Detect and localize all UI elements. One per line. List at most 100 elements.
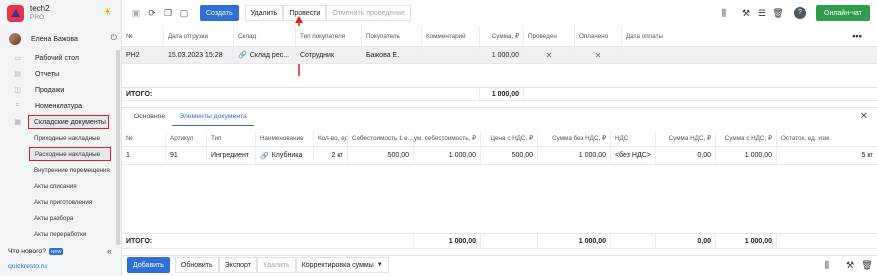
link-icon: 🔗 <box>238 52 247 59</box>
online-chat-button[interactable]: Онлайн-чат <box>816 5 870 21</box>
tab-main[interactable]: Основное <box>127 108 172 126</box>
table-row[interactable]: РН2 15.03.2023 15:28 🔗 Склад рес... Сотру… <box>122 47 877 64</box>
col-paydate[interactable]: Дата оплаты <box>622 26 837 46</box>
tab-elements[interactable]: Элементы документа <box>172 108 254 126</box>
delete-button[interactable]: Удалить <box>244 5 284 21</box>
subnav-processing[interactable]: Акты переработки <box>0 226 116 242</box>
col-costsum[interactable]: Сум. себестоимость, ₽ <box>414 131 481 146</box>
subnav-writeoffs[interactable]: Акты списания <box>0 178 116 194</box>
col-num[interactable]: № <box>122 131 166 146</box>
footer-toolbar: Добавить Обновить Экспорт Удалить Коррек… <box>122 255 877 274</box>
col-sumnovat[interactable]: Сумма без НДС, ₽ <box>538 131 611 146</box>
add-button[interactable]: Добавить <box>127 257 170 273</box>
col-posted[interactable]: Проведен <box>524 26 575 46</box>
toolbar: ▣ ⟳ ❐ ▢ Создать Удалить Провести Отменит… <box>122 0 877 26</box>
whats-new[interactable]: Что нового? NEW <box>8 248 64 255</box>
sidebar-scrollbar[interactable] <box>116 50 120 245</box>
dashboard-icon: ▭ <box>14 55 21 62</box>
export-button[interactable]: Экспорт <box>218 257 257 273</box>
adjust-sum-dropdown[interactable]: Корректировка суммы ▼ <box>295 257 389 273</box>
cell-comment <box>422 47 480 63</box>
subnav-transfers[interactable]: Внутренние перемещения <box>0 162 116 178</box>
cell-sum: 1 000,00 <box>480 47 524 63</box>
col-price[interactable]: Цена с НДС, ₽ <box>481 131 538 146</box>
help-icon[interactable]: ? <box>794 7 806 19</box>
cell-article: 91 <box>166 147 207 164</box>
list-icon[interactable]: ☰ <box>754 8 770 19</box>
cell-name[interactable]: 🔗 Клубника <box>256 147 314 164</box>
table-filler <box>122 165 877 233</box>
columns-icon[interactable]: ⫼ <box>819 260 835 271</box>
delete-button[interactable]: Удалить <box>256 257 296 273</box>
col-vatsum[interactable]: Сумма НДС, ₽ <box>656 131 716 146</box>
post-button[interactable]: Провести <box>283 5 327 21</box>
site-link[interactable]: quickresto.ru <box>8 263 47 270</box>
power-icon[interactable]: ⏻ <box>111 33 117 43</box>
tools-icon[interactable]: ⚒ <box>738 8 754 19</box>
col-article[interactable]: Артикул <box>166 131 207 146</box>
cell-store[interactable]: 🔗 Склад рес... <box>234 47 296 63</box>
col-comment[interactable]: Комментарий <box>422 26 480 46</box>
copy-icon[interactable]: ❐ <box>160 8 176 19</box>
table-row[interactable]: 1 91 Ингредиент 🔗 Клубника 2 кг 500,00 1 … <box>122 147 877 165</box>
collapse-icon[interactable]: « <box>107 246 112 256</box>
cell-qty: 2 кг <box>314 147 348 164</box>
cell-empty <box>837 47 877 63</box>
user-name: Елена Бажова <box>31 35 78 43</box>
col-buyer[interactable]: Покупатель <box>362 26 422 46</box>
table-header: № Артикул Тип Наименование Кол-во, ед...… <box>122 131 877 147</box>
total-label: ИТОГО: <box>122 234 414 248</box>
save-icon[interactable]: ▣ <box>128 8 144 19</box>
subnav-disassembly[interactable]: Акты разбора <box>0 210 116 226</box>
col-qty[interactable]: Кол-во, ед... <box>314 131 348 146</box>
refresh-button[interactable]: Обновить <box>174 257 219 273</box>
nav-item-dashboard[interactable]: ▭ Рабочий стол <box>0 50 116 66</box>
create-button[interactable]: Создать <box>200 5 239 21</box>
col-type[interactable]: Тип <box>207 131 256 146</box>
cell-type: Ингредиент <box>207 147 256 164</box>
cell-costsum: 1 000,00 <box>414 147 481 164</box>
col-paid[interactable]: Оплачено <box>575 26 622 46</box>
warehouse-icon: ▦ <box>14 119 21 126</box>
subnav-incoming[interactable]: Приходные накладные <box>0 130 116 146</box>
total-vatsum: 0,00 <box>656 234 716 248</box>
new-badge: NEW <box>48 248 64 255</box>
nav-item-sales[interactable]: ◫ Продажи <box>0 82 116 98</box>
elements-table: № Артикул Тип Наименование Кол-во, ед...… <box>122 131 877 249</box>
col-date[interactable]: Дата отгрузки <box>164 26 234 46</box>
total-empty <box>481 234 538 248</box>
close-icon[interactable]: ✕ <box>860 111 868 122</box>
col-num[interactable]: № <box>122 26 164 46</box>
user-profile[interactable]: Елена Бажова ⏻ <box>9 33 119 45</box>
brand[interactable]: tech2 PRO <box>7 4 50 22</box>
sidebar: tech2 PRO ☀ Елена Бажова ⏻ ▭ Рабочий стол… <box>0 0 122 276</box>
col-sum[interactable]: Сумма, ₽ <box>480 26 524 46</box>
subnav-outgoing[interactable]: Расходные накладные <box>29 147 111 161</box>
subnav-cooking[interactable]: Акты приготовления <box>0 194 116 210</box>
window-icon[interactable]: ▢ <box>176 8 192 19</box>
col-cost1[interactable]: Себестоимость 1 е... <box>348 131 414 146</box>
col-store[interactable]: Склад <box>234 26 296 46</box>
paid-x-icon: ✕ <box>575 47 622 63</box>
sun-icon[interactable]: ☀ <box>103 7 112 18</box>
col-buyer-type[interactable]: Тип покупателя <box>296 26 362 46</box>
tools-icon[interactable]: ⚒ <box>842 260 858 271</box>
trash-icon[interactable]: 🗑 <box>770 8 786 19</box>
nav-label: Номенклатура <box>35 102 82 110</box>
col-sumvat[interactable]: Сумма с НДС, ₽ <box>716 131 777 146</box>
col-rest[interactable]: Остаток, ед. изм. <box>777 131 877 146</box>
columns-icon[interactable]: ⫼ <box>716 8 732 19</box>
avatar <box>9 33 21 45</box>
adjust-label: Корректировка суммы <box>301 261 374 269</box>
nav-item-warehouse-docs[interactable]: Складские документы <box>28 115 109 129</box>
refresh-icon[interactable]: ⟳ <box>144 8 160 19</box>
nav-item-reports[interactable]: ▤ Отчеты <box>0 66 116 82</box>
table-total-row: ИТОГО: 1 000,00 1 000,00 0,00 1 000,00 <box>122 233 877 249</box>
table-total-row: ИТОГО: 1 000,00 <box>122 87 877 101</box>
more-icon[interactable]: ••• <box>837 26 877 46</box>
unpost-button[interactable]: Отменить проведение <box>326 5 411 21</box>
col-vat[interactable]: НДС <box>611 131 656 146</box>
trash-icon[interactable]: 🗑 <box>859 260 875 271</box>
nav-item-catalog[interactable]: ⌗ Номенклатура <box>0 98 116 114</box>
col-name[interactable]: Наименование <box>256 131 314 146</box>
